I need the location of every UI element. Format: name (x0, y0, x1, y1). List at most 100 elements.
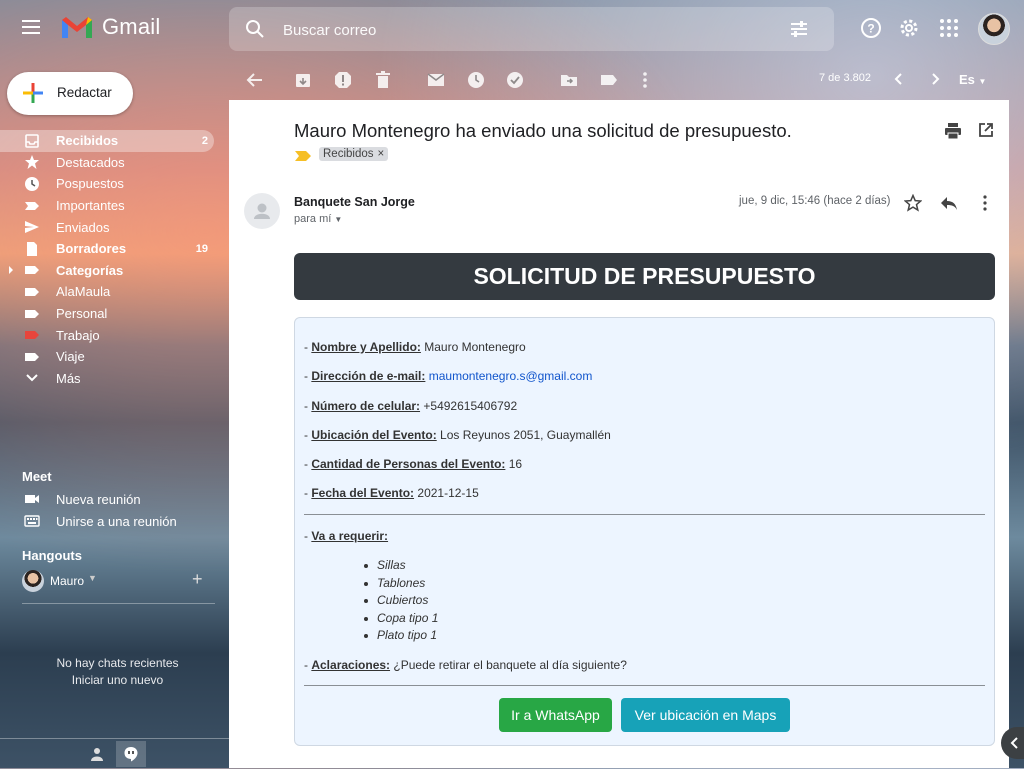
expand-arrow-icon[interactable] (9, 266, 13, 275)
sidebar-item-label: Destacados (56, 154, 125, 170)
meet-title: Meet (22, 469, 52, 484)
account-avatar[interactable] (978, 13, 1010, 45)
hangouts-user[interactable]: Mauro ▼ + (22, 569, 222, 594)
new-meeting-button[interactable]: Nueva reunión (0, 488, 230, 510)
add-task-icon[interactable] (505, 70, 525, 90)
important-marker-icon[interactable] (295, 151, 311, 161)
sender-avatar[interactable] (244, 193, 280, 229)
clock-icon (25, 176, 39, 191)
email-link[interactable]: maumontenegro.s@gmail.com (429, 369, 593, 383)
search-options-icon[interactable] (788, 18, 810, 40)
list-item: Cubiertos (363, 593, 438, 611)
sidebar-item-label: AlaMaula (56, 284, 111, 300)
field-label: Dirección de e-mail: (311, 369, 426, 383)
sidebar-item-trabajo[interactable]: Trabajo (0, 324, 230, 346)
sidebar-item-viaje[interactable]: Viaje (0, 346, 230, 368)
required-items-list: Sillas Tablones Cubiertos Copa tipo 1 Pl… (363, 558, 438, 646)
recipient-text: para mí (294, 213, 332, 225)
section-divider (304, 514, 985, 515)
input-language-button[interactable]: Es ▼ (959, 72, 986, 87)
archive-icon[interactable] (293, 70, 313, 90)
whatsapp-button[interactable]: Ir a WhatsApp (499, 698, 612, 732)
label-chip[interactable]: Recibidos × (319, 147, 389, 161)
remove-label-icon[interactable]: × (378, 148, 385, 160)
more-options-icon[interactable] (979, 194, 991, 212)
sidebar-item-drafts[interactable]: Borradores 19 (0, 238, 230, 260)
pagination-text: 7 de 3.802 (819, 72, 871, 84)
field-date: - Fecha del Evento: 2021-12-15 (304, 486, 479, 500)
search-bar[interactable] (229, 7, 834, 51)
hangouts-divider (22, 603, 215, 604)
sender-name[interactable]: Banquete San Jorge (294, 195, 415, 209)
top-header: Gmail ? (0, 0, 1024, 58)
sidebar-item-categories[interactable]: Categorías (0, 260, 230, 282)
mark-unread-icon[interactable] (426, 70, 446, 90)
report-spam-icon[interactable] (333, 70, 353, 90)
help-icon[interactable]: ? (859, 16, 883, 40)
email-date: jue, 9 dic, 15:46 (hace 2 días) (739, 195, 891, 207)
sidebar-item-starred[interactable]: Destacados (0, 152, 230, 174)
sidebar-item-sent[interactable]: Enviados (0, 216, 230, 238)
join-meeting-button[interactable]: Unirse a una reunión (0, 510, 230, 532)
sidebar-item-label: Pospuestos (56, 176, 124, 192)
sidebar-item-inbox[interactable]: Recibidos 2 (0, 130, 214, 152)
contacts-icon[interactable] (90, 747, 104, 761)
label-icon (25, 287, 39, 296)
settings-gear-icon[interactable] (897, 16, 921, 40)
star-icon[interactable] (904, 194, 922, 212)
sidebar-item-more[interactable]: Más (0, 368, 230, 390)
sidebar-item-snoozed[interactable]: Pospuestos (0, 173, 230, 195)
recipient-details[interactable]: para mí ▼ (294, 213, 342, 225)
field-location: - Ubicación del Evento: Los Reyunos 2051… (304, 428, 611, 442)
label-icon (25, 266, 39, 275)
main-menu-button[interactable] (18, 16, 44, 42)
field-phone: - Número de celular: +5492615406792 (304, 399, 518, 413)
join-meeting-label: Unirse a una reunión (56, 514, 177, 529)
prev-chevron-icon[interactable] (892, 72, 906, 86)
gmail-logo[interactable]: Gmail (60, 14, 160, 40)
delete-trash-icon[interactable] (373, 70, 393, 90)
field-value: 16 (508, 457, 523, 471)
next-chevron-icon[interactable] (928, 72, 942, 86)
label-as-icon[interactable] (599, 70, 619, 90)
hangouts-user-name: Mauro (50, 574, 85, 588)
field-requires: - Va a requerir: (304, 529, 389, 543)
label-icon (25, 309, 39, 318)
print-icon[interactable] (944, 122, 962, 140)
start-new-chat-link[interactable]: Iniciar uno nuevo (0, 673, 235, 687)
reply-icon[interactable] (939, 194, 959, 212)
draft-icon (27, 241, 37, 256)
user-avatar (22, 570, 44, 592)
list-item: Sillas (363, 558, 438, 576)
field-label: Va a requerir: (311, 529, 389, 543)
back-arrow-icon[interactable] (245, 70, 265, 90)
move-to-icon[interactable] (559, 70, 579, 90)
sidebar-item-alamaula[interactable]: AlaMaula (0, 281, 230, 303)
chevron-left-icon (1010, 737, 1018, 749)
sidebar-item-personal[interactable]: Personal (0, 303, 230, 325)
sidebar-item-label: Importantes (56, 198, 125, 214)
apps-grid-icon[interactable] (937, 16, 961, 40)
list-item: Copa tipo 1 (363, 611, 438, 629)
field-value: ¿Puede retirar el banquete al día siguie… (393, 658, 627, 672)
field-label: Número de celular: (311, 399, 421, 413)
sidebar-item-important[interactable]: Importantes (0, 195, 230, 217)
more-vert-icon[interactable] (635, 70, 655, 90)
add-chat-icon[interactable]: + (192, 569, 203, 590)
open-new-window-icon[interactable] (978, 122, 994, 138)
search-icon[interactable] (245, 19, 265, 39)
chevron-down-icon (26, 374, 38, 382)
hangouts-tab[interactable] (116, 741, 146, 767)
maps-button[interactable]: Ver ubicación en Maps (621, 698, 790, 732)
no-chats-text: No hay chats recientes (56, 656, 179, 670)
field-value: Los Reyunos 2051, Guaymallén (440, 428, 611, 442)
search-input[interactable] (281, 18, 765, 42)
user-dropdown-icon[interactable]: ▼ (88, 573, 97, 583)
message-view: Mauro Montenegro ha enviado una solicitu… (229, 100, 1009, 768)
important-icon (25, 201, 39, 210)
field-notes: - Aclaraciones: ¿Puede retirar el banque… (304, 658, 627, 672)
language-label: Es (959, 72, 975, 87)
snooze-clock-icon[interactable] (466, 70, 486, 90)
compose-button[interactable]: Redactar (7, 72, 133, 115)
sidebar-item-label: Borradores (56, 241, 127, 257)
